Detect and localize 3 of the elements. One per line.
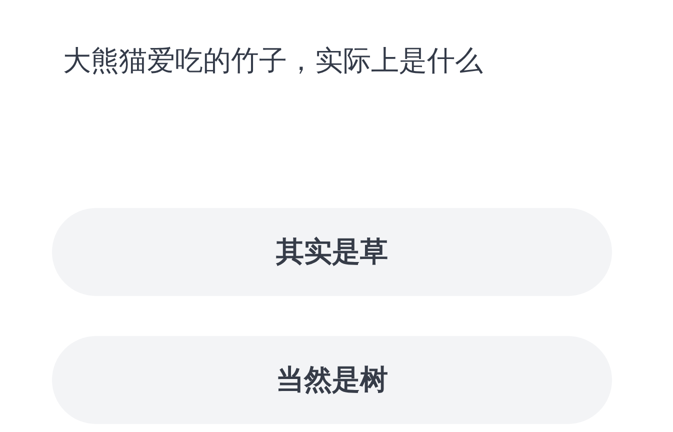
question-text: 大熊猫爱吃的竹子，实际上是什么 xyxy=(62,43,484,79)
answer-option[interactable]: 其实是草 xyxy=(52,208,612,296)
answer-option[interactable]: 当然是树 xyxy=(52,336,612,424)
